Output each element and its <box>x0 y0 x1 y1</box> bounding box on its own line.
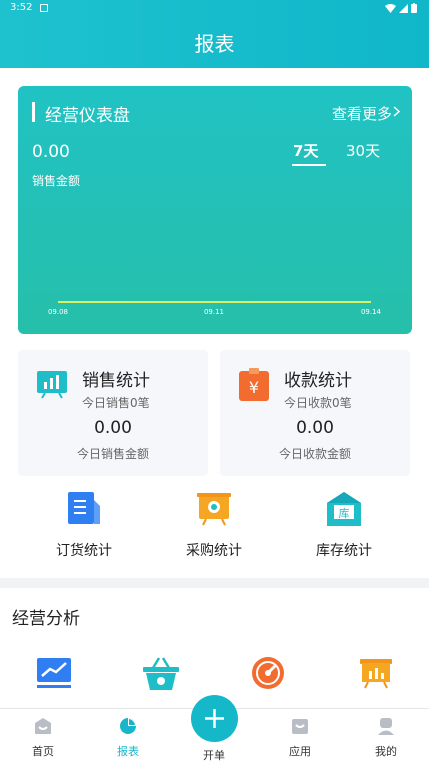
stat-title: 销售统计 <box>82 371 150 391</box>
quick-label: 订货统计 <box>56 543 112 559</box>
x-tick-label: 09.14 <box>361 308 382 316</box>
report-icon <box>120 718 136 734</box>
status-icons <box>385 3 417 13</box>
sales-stat-card[interactable]: 销售统计 今日销售0笔 0.00 今日销售金额 <box>18 350 208 476</box>
stat-subtitle: 今日收款0笔 <box>284 396 352 410</box>
analysis-section-title: 经营分析 <box>12 609 80 629</box>
svg-text:¥: ¥ <box>249 378 259 397</box>
trend-chart-icon[interactable] <box>36 656 72 690</box>
sales-value: 0.00 <box>32 142 70 162</box>
nav-apps[interactable]: 应用 <box>270 717 330 759</box>
plus-icon <box>205 709 224 728</box>
svg-text:库: 库 <box>339 507 350 520</box>
nav-home[interactable]: 首页 <box>13 717 73 759</box>
gauge-icon[interactable] <box>251 656 285 690</box>
tab-30-days[interactable]: 30天 <box>346 140 380 161</box>
nav-label[interactable]: 开单 <box>184 747 244 763</box>
signal-icon <box>399 3 408 13</box>
nav-label: 首页 <box>32 745 54 758</box>
app-header: 3:52 报表 <box>0 0 429 68</box>
warehouse-icon: 库 <box>327 492 361 526</box>
dashboard-card: 经营仪表盘 查看更多 0.00 销售金额 7天 30天 09.08 09.11 … <box>18 86 412 334</box>
view-more-link[interactable]: 查看更多 <box>332 103 392 124</box>
stat-title: 收款统计 <box>284 371 352 391</box>
x-tick-label: 09.08 <box>48 308 68 316</box>
status-time: 3:52 <box>10 2 33 13</box>
order-document-icon <box>68 492 100 524</box>
bottom-nav: 首页 报表 开单 应用 我的 <box>0 695 429 764</box>
stat-label: 今日销售金额 <box>76 447 149 461</box>
yuan-receipt-icon: ¥ <box>239 368 269 401</box>
profile-icon <box>378 718 394 735</box>
apps-icon <box>292 719 308 734</box>
stat-subtitle: 今日销售0笔 <box>82 396 150 410</box>
quick-label: 采购统计 <box>186 543 242 559</box>
nav-label: 我的 <box>375 745 397 758</box>
create-order-button[interactable] <box>191 695 238 742</box>
bar-board-icon[interactable] <box>359 656 393 690</box>
quick-label: 库存统计 <box>316 543 372 559</box>
title-accent-bar <box>32 102 35 122</box>
stat-value: 0.00 <box>296 418 334 438</box>
battery-icon <box>411 3 417 13</box>
nav-label: 报表 <box>117 745 139 758</box>
tab-7-days[interactable]: 7天 <box>293 140 318 161</box>
sales-chart: 09.08 09.11 09.14 <box>48 301 382 316</box>
purchase-stats-entry[interactable]: 采购统计 <box>144 490 284 560</box>
inventory-stats-entry[interactable]: 库 库存统计 <box>274 490 414 560</box>
stat-label: 今日收款金额 <box>278 447 351 461</box>
x-tick-label: 09.11 <box>204 308 224 316</box>
sales-chart-icon <box>37 371 67 399</box>
dashboard-title: 经营仪表盘 <box>45 106 130 126</box>
home-icon <box>35 718 51 734</box>
chevron-right-icon[interactable] <box>393 106 400 117</box>
order-stats-entry[interactable]: 订货统计 <box>14 490 154 560</box>
tab-active-indicator <box>292 164 326 166</box>
nav-profile[interactable]: 我的 <box>356 717 416 759</box>
basket-icon[interactable] <box>142 656 180 692</box>
stat-value: 0.00 <box>94 418 132 438</box>
collection-stat-card[interactable]: ¥ 收款统计 今日收款0笔 0.00 今日收款金额 <box>220 350 410 476</box>
nav-report[interactable]: 报表 <box>98 717 158 759</box>
notification-icon <box>40 4 48 12</box>
status-bar: 3:52 <box>0 0 429 18</box>
page-title: 报表 <box>194 32 235 56</box>
purchase-board-icon <box>197 493 231 526</box>
sales-label: 销售金额 <box>32 174 81 188</box>
nav-label: 应用 <box>289 745 311 758</box>
wifi-icon <box>385 3 396 13</box>
section-divider <box>0 578 429 588</box>
